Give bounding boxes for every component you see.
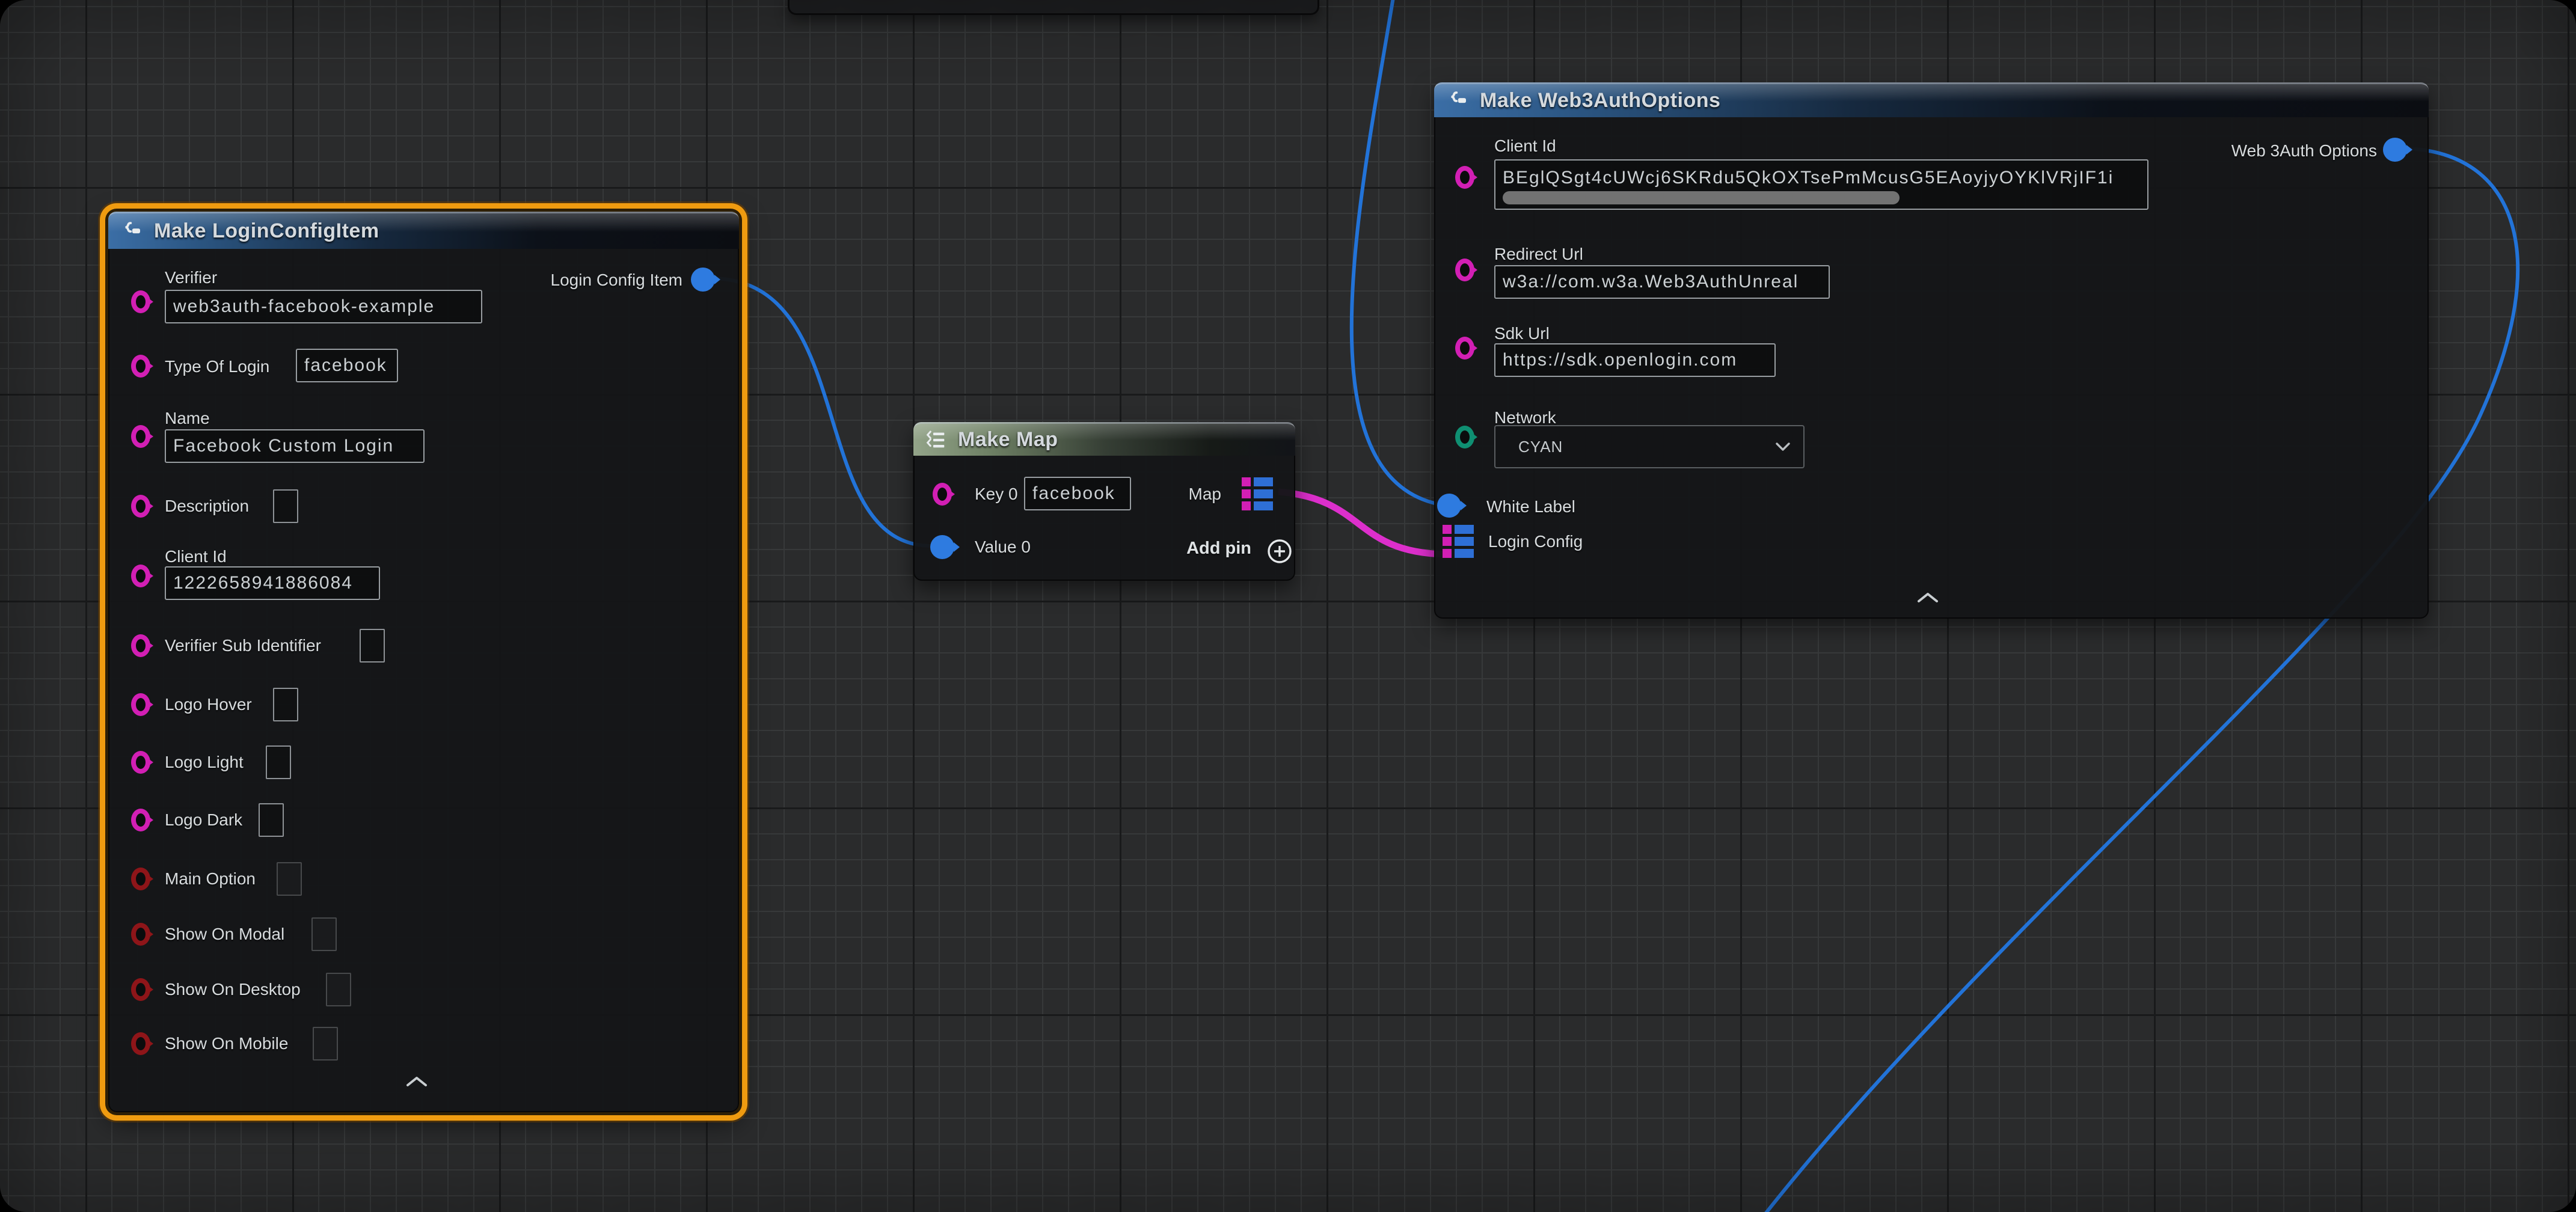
add-pin-icon[interactable] [1266, 537, 1293, 568]
input-pin-white-label[interactable] [1437, 494, 1461, 518]
input-pin-show-on-mobile[interactable] [131, 1032, 150, 1055]
node-make-loginconfigitem[interactable]: Make LoginConfigItem Login Config Item V… [108, 212, 739, 1112]
logo-hover-input[interactable] [273, 688, 298, 721]
input-pin-key-0[interactable] [933, 483, 952, 506]
pin-label-main-option: Main Option [165, 869, 256, 889]
client-id-text: BEglQSgt4cUWcj6SKRdu5QkOXTsePmMcusG5EAoy… [1503, 168, 2114, 188]
input-pin-login-config[interactable] [1443, 525, 1474, 558]
name-input[interactable]: Facebook Custom Login [165, 429, 425, 463]
collapse-node-button[interactable] [405, 1075, 428, 1091]
pin-label-logo-hover: Logo Hover [165, 695, 252, 714]
pin-label-show-on-modal: Show On Modal [165, 925, 284, 944]
chevron-down-icon [1774, 441, 1791, 452]
plus-circle-icon [1266, 537, 1293, 565]
pin-label-logo-dark: Logo Dark [165, 810, 242, 830]
input-pin-client-id[interactable] [131, 565, 150, 587]
input-pin-verifier-sub-identifier[interactable] [131, 634, 150, 657]
input-pin-client-id[interactable] [1455, 166, 1474, 189]
node-title: Make LoginConfigItem [154, 219, 379, 243]
node-make-map[interactable]: Make Map Key 0 facebook Map Value 0 Add … [913, 422, 1295, 581]
pin-label-redirect-url: Redirect Url [1494, 245, 1583, 264]
description-input[interactable] [273, 489, 298, 523]
add-pin-button[interactable]: Add pin [1143, 539, 1251, 559]
make-struct-icon [119, 219, 144, 244]
sdk-url-input[interactable]: https://sdk.openlogin.com [1494, 343, 1776, 377]
pin-label-verifier-sub-identifier: Verifier Sub Identifier [165, 636, 321, 655]
node-header[interactable]: Make LoginConfigItem [108, 212, 739, 249]
key-0-input[interactable]: facebook [1024, 477, 1131, 510]
input-pin-logo-hover[interactable] [131, 693, 150, 716]
pin-label-type-of-login: Type Of Login [165, 357, 269, 376]
chevron-up-icon [405, 1075, 428, 1088]
output-pin-map[interactable] [1242, 477, 1273, 510]
node-make-web3authoptions[interactable]: Make Web3AuthOptions Web 3Auth Options C… [1434, 82, 2429, 619]
offscreen-node-fragment[interactable] [788, 0, 1319, 15]
client-id-input[interactable]: BEglQSgt4cUWcj6SKRdu5QkOXTsePmMcusG5EAoy… [1494, 159, 2148, 210]
chevron-up-icon [1916, 591, 1939, 604]
input-pin-value-0[interactable] [930, 535, 954, 559]
network-dropdown[interactable]: CYAN [1494, 425, 1805, 468]
input-pin-type-of-login[interactable] [131, 355, 150, 378]
show-on-desktop-checkbox[interactable] [326, 973, 351, 1006]
input-pin-show-on-desktop[interactable] [131, 978, 150, 1001]
input-pin-logo-light[interactable] [131, 751, 150, 774]
output-pin-label: Login Config Item [551, 271, 682, 290]
node-header[interactable]: Make Web3AuthOptions [1434, 82, 2429, 117]
wire-offscreen-top-to-white-label[interactable] [1352, 0, 1443, 505]
pin-label-client-id: Client Id [1494, 136, 1556, 156]
pin-label-name: Name [165, 409, 210, 428]
pin-label-white-label: White Label [1486, 497, 1575, 516]
node-title: Make Map [958, 428, 1058, 451]
show-on-mobile-checkbox[interactable] [313, 1027, 338, 1060]
input-pin-logo-dark[interactable] [131, 809, 150, 831]
output-pin-web3auth-options[interactable] [2383, 138, 2407, 162]
verifier-sub-identifier-input[interactable] [360, 629, 385, 663]
input-pin-name[interactable] [131, 425, 150, 448]
blueprint-canvas[interactable]: Make LoginConfigItem Login Config Item V… [0, 0, 2576, 1212]
output-pin-label-map: Map [1131, 485, 1221, 504]
node-header[interactable]: Make Map [913, 422, 1295, 456]
input-pin-show-on-modal[interactable] [131, 923, 150, 946]
client-id-input[interactable]: 1222658941886084 [165, 566, 380, 600]
network-selected-value: CYAN [1518, 438, 1563, 456]
make-struct-icon [1445, 88, 1470, 114]
pin-label-show-on-mobile: Show On Mobile [165, 1034, 288, 1053]
input-pin-verifier[interactable] [131, 290, 150, 313]
verifier-input[interactable]: web3auth-facebook-example [165, 290, 482, 323]
input-pin-redirect-url[interactable] [1455, 259, 1474, 281]
make-map-icon [924, 428, 948, 452]
wire-map-to-login-config[interactable] [1278, 492, 1444, 554]
pin-label-sdk-url: Sdk Url [1494, 324, 1550, 343]
wire-login-config-item-to-value-0[interactable] [714, 278, 930, 546]
pin-label-logo-light: Logo Light [165, 753, 244, 772]
input-pin-sdk-url[interactable] [1455, 337, 1474, 360]
output-pin-label: Web 3Auth Options [2231, 141, 2377, 161]
redirect-url-input[interactable]: w3a://com.w3a.Web3AuthUnreal [1494, 265, 1830, 299]
pin-label-value-0: Value 0 [975, 537, 1031, 557]
node-title: Make Web3AuthOptions [1480, 89, 1720, 112]
pin-label-description: Description [165, 497, 249, 516]
pin-label-key-0: Key 0 [975, 485, 1018, 504]
pin-label-verifier: Verifier [165, 268, 217, 287]
type-of-login-input[interactable]: facebook [296, 349, 398, 382]
input-pin-description[interactable] [131, 495, 150, 518]
output-pin-login-config-item[interactable] [691, 268, 715, 292]
pin-label-client-id: Client Id [165, 547, 227, 566]
logo-dark-input[interactable] [259, 803, 284, 837]
logo-light-input[interactable] [266, 745, 291, 779]
input-pin-network[interactable] [1455, 426, 1474, 448]
collapse-node-button[interactable] [1916, 591, 1939, 607]
pin-label-show-on-desktop: Show On Desktop [165, 980, 301, 999]
client-id-scrollbar[interactable] [1503, 191, 1900, 204]
show-on-modal-checkbox[interactable] [311, 917, 337, 951]
input-pin-main-option[interactable] [131, 868, 150, 890]
pin-label-login-config: Login Config [1488, 532, 1583, 551]
main-option-checkbox[interactable] [277, 862, 302, 896]
